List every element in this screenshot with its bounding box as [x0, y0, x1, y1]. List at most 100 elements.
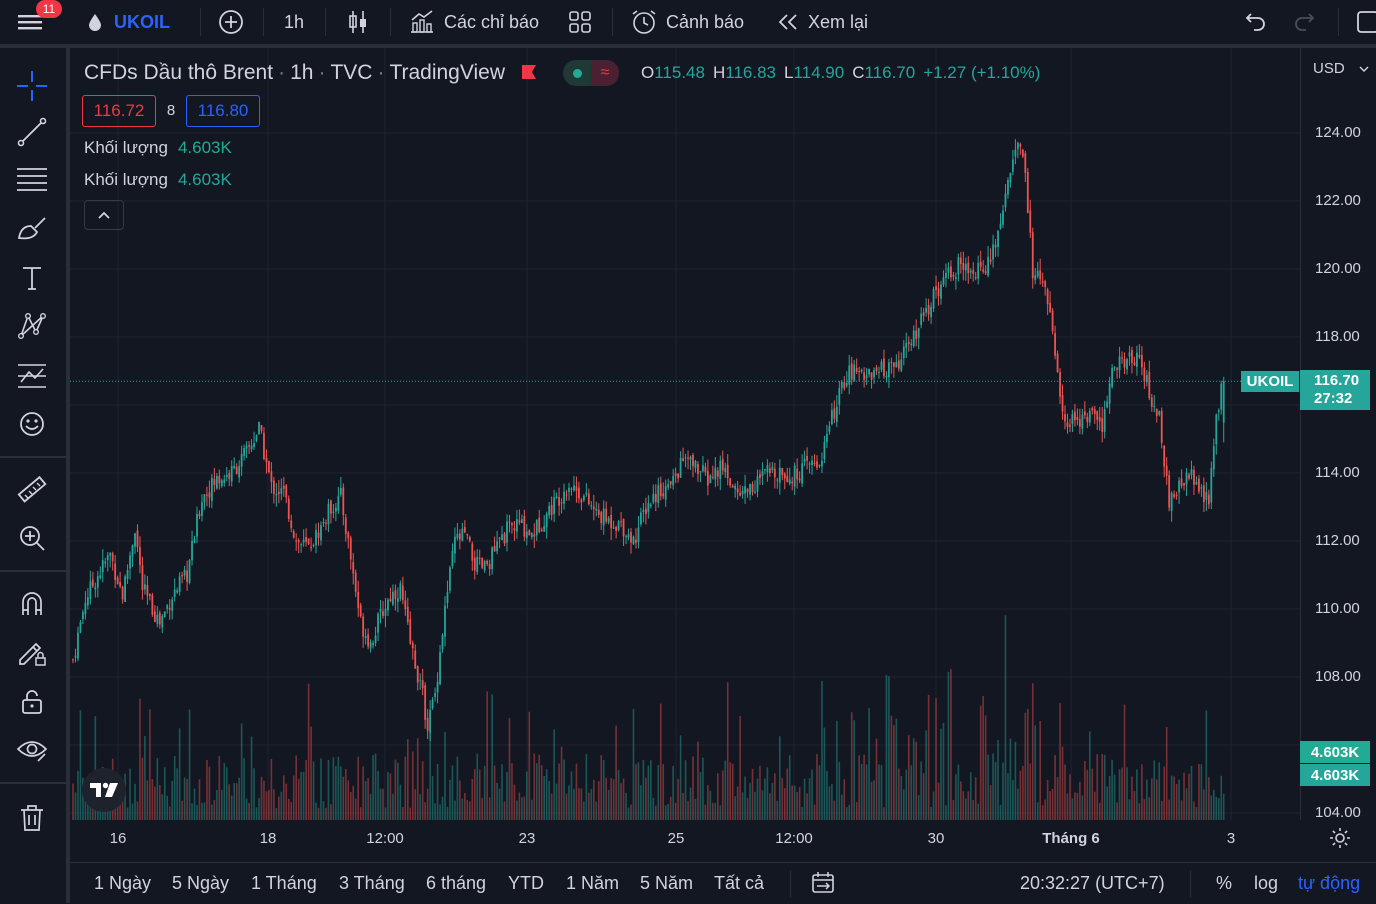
symbol-search-button[interactable]: UKOIL — [86, 0, 170, 44]
volume-bar — [136, 801, 139, 820]
volume-bar — [699, 772, 702, 820]
candle-body — [181, 575, 184, 577]
candle-body — [635, 539, 637, 543]
measure-tool[interactable] — [12, 470, 52, 510]
time-tick: Tháng 6 — [1042, 830, 1100, 847]
volume-bar — [863, 754, 865, 820]
layouts-button[interactable] — [566, 0, 594, 44]
time-scale[interactable] — [70, 820, 1300, 862]
candle-body — [920, 313, 923, 326]
candle-body — [1034, 275, 1037, 280]
volume-bar — [399, 784, 402, 820]
volume-bar — [287, 798, 290, 820]
goto-date-button[interactable] — [810, 863, 836, 903]
range-all[interactable]: Tất cả — [714, 863, 764, 903]
candle-body — [481, 558, 484, 568]
candle-body — [310, 546, 312, 549]
market-status-toggle[interactable]: ≈ — [563, 60, 619, 86]
buy-price-button[interactable]: 116.80 — [186, 95, 260, 127]
candle-body — [220, 480, 223, 487]
candle-body — [506, 521, 508, 543]
volume-bar — [159, 785, 161, 820]
text-tool[interactable] — [12, 258, 52, 298]
range-5d[interactable]: 5 Ngày — [172, 863, 229, 903]
crosshair-tool[interactable] — [12, 66, 52, 106]
candle-body — [1026, 172, 1029, 213]
chart-type-button[interactable] — [344, 0, 372, 44]
candle-body — [352, 562, 355, 574]
volume-legend-2[interactable]: Khối lượng 4.603K — [84, 170, 232, 190]
currency-selector[interactable]: USD — [1313, 60, 1369, 77]
sell-price-button[interactable]: 116.72 — [82, 95, 156, 127]
candle-body — [449, 567, 451, 591]
range-1d[interactable]: 1 Ngày — [94, 863, 151, 903]
range-3m[interactable]: 3 Tháng — [339, 863, 405, 903]
volume-bar — [583, 801, 585, 820]
prediction-tool[interactable] — [12, 356, 52, 396]
range-6m[interactable]: 6 tháng — [426, 863, 486, 903]
volume-bar — [245, 798, 248, 820]
brush-tool[interactable] — [12, 208, 52, 248]
undo-button[interactable] — [1242, 0, 1268, 44]
auto-scale-toggle[interactable]: tự động — [1298, 863, 1360, 903]
volume-bar — [984, 715, 987, 820]
collapse-legend-button[interactable] — [84, 200, 124, 230]
symbol-title[interactable]: CFDs Dầu thô Brent — [84, 61, 273, 85]
range-1y[interactable]: 1 Năm — [566, 863, 619, 903]
remove-drawings-tool[interactable] — [12, 798, 52, 838]
percent-scale-toggle[interactable]: % — [1216, 863, 1232, 903]
alert-button[interactable]: Cảnh báo — [630, 0, 744, 44]
fib-tool[interactable] — [12, 160, 52, 200]
magnet-tool[interactable] — [12, 584, 52, 624]
candle-body — [215, 475, 218, 489]
volume-bar — [677, 779, 679, 820]
range-ytd[interactable]: YTD — [508, 863, 544, 903]
icon-tool[interactable] — [12, 404, 52, 444]
tradingview-logo[interactable] — [82, 768, 126, 812]
indicators-button[interactable]: Các chỉ báo — [408, 0, 539, 44]
replay-button[interactable]: Xem lại — [776, 0, 868, 44]
hide-drawings-tool[interactable] — [12, 730, 52, 770]
volume-bar — [449, 779, 451, 820]
volume-bar — [717, 773, 719, 820]
fullscreen-button[interactable] — [1354, 0, 1376, 44]
candle-body — [206, 494, 208, 496]
volume-bar — [317, 807, 320, 820]
candle-body — [917, 328, 920, 338]
volume-bar — [352, 785, 355, 820]
lock-drawings-tool[interactable] — [12, 632, 52, 672]
time-tick: 18 — [259, 830, 277, 847]
candle-body — [124, 576, 126, 602]
lock-all-tool[interactable] — [12, 682, 52, 722]
brush-icon — [17, 217, 46, 240]
zoom-tool[interactable] — [12, 518, 52, 558]
candle-body — [702, 465, 704, 472]
price-chart[interactable] — [70, 48, 1300, 820]
pattern-tool[interactable] — [12, 306, 52, 346]
flag-icon[interactable] — [519, 63, 539, 83]
candle-body — [277, 491, 280, 495]
candle-body — [786, 475, 789, 482]
volume-bar — [935, 698, 937, 820]
log-scale-toggle[interactable]: log — [1254, 863, 1278, 903]
clock-timezone[interactable]: 20:32:27 (UTC+7) — [1020, 863, 1165, 903]
chart-settings-button[interactable] — [1328, 826, 1352, 855]
candle-body — [595, 508, 598, 511]
compare-symbol-button[interactable] — [217, 0, 245, 44]
candle-body — [1118, 356, 1121, 371]
volume-bar — [1138, 803, 1141, 820]
interval-button[interactable]: 1h — [284, 0, 304, 44]
candle-body — [1069, 424, 1071, 427]
range-1m[interactable]: 1 Tháng — [251, 863, 317, 903]
candle-body — [1081, 414, 1084, 429]
price-scale[interactable]: USD 124.00 122.00 120.00 118.00 114.00 112.00… — [1300, 48, 1376, 821]
volume-bar — [605, 777, 607, 820]
volume-legend-1[interactable]: Khối lượng 4.603K — [84, 138, 232, 158]
redo-button[interactable] — [1292, 0, 1318, 44]
volume-bar — [645, 777, 647, 820]
range-5y[interactable]: 5 Năm — [640, 863, 693, 903]
trend-line-tool[interactable] — [12, 112, 52, 152]
volume-bar — [969, 772, 972, 820]
volume-bar — [1168, 799, 1170, 820]
volume-bar — [647, 765, 650, 820]
